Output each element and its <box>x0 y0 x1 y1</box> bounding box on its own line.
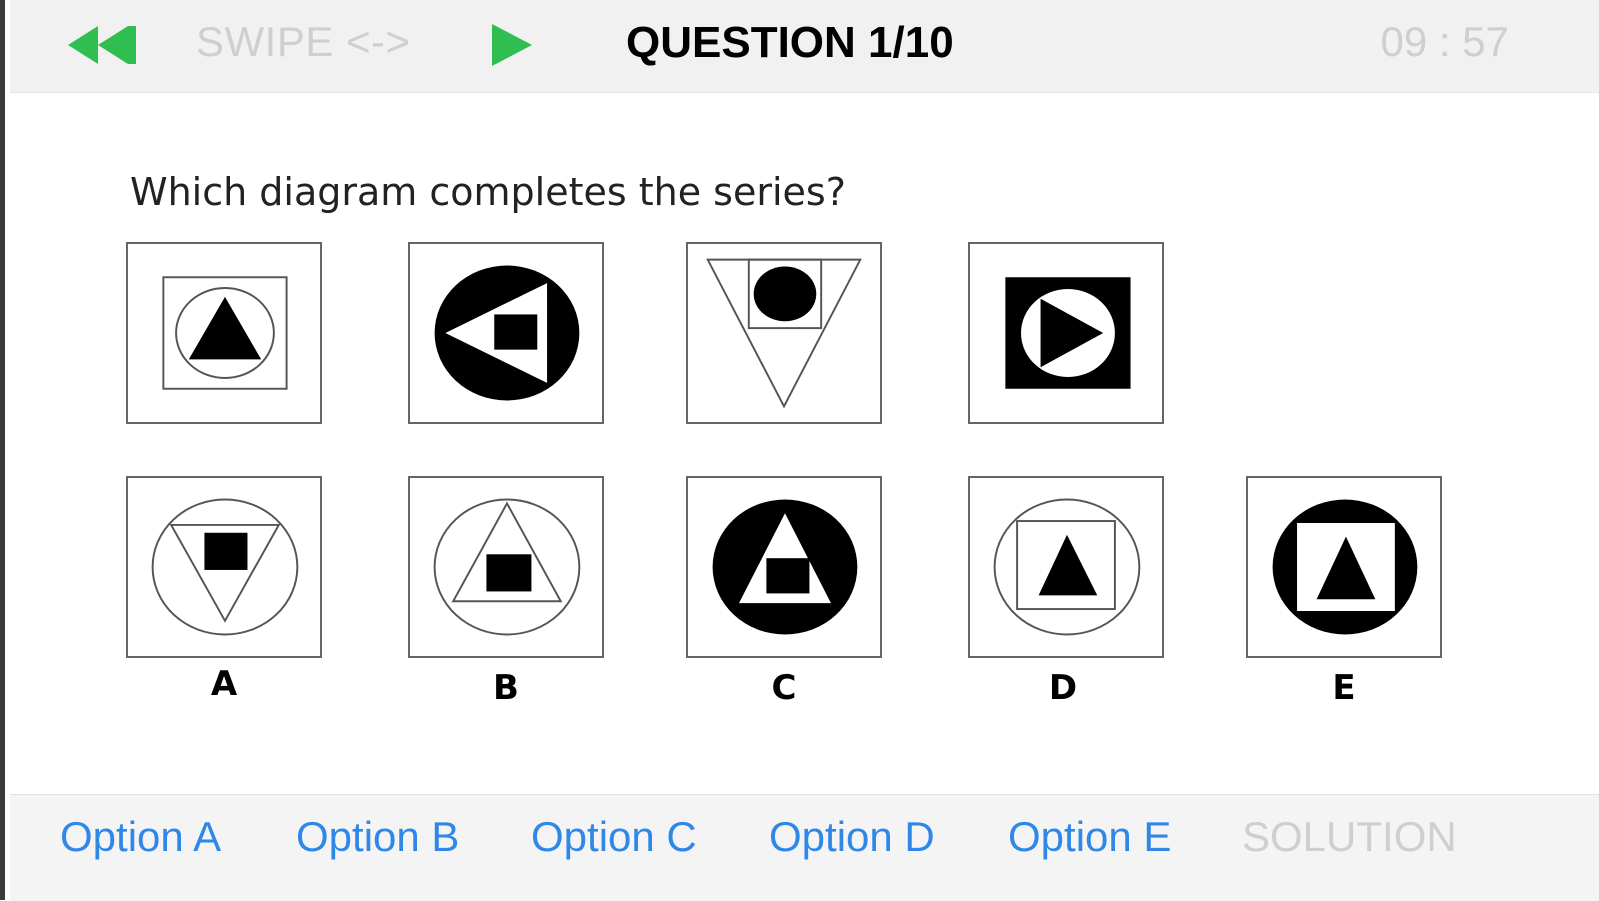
option-d-button[interactable]: Option D <box>769 813 935 861</box>
answer-figure-a[interactable] <box>126 476 322 658</box>
series-figure-1 <box>126 242 322 424</box>
answer-bar: Option A Option B Option C Option D Opti… <box>10 794 1599 901</box>
top-bar: SWIPE <-> QUESTION 1/10 09 : 57 <box>10 0 1599 93</box>
answer-figure-b[interactable] <box>408 476 604 658</box>
option-c-button[interactable]: Option C <box>531 813 697 861</box>
question-counter: QUESTION 1/10 <box>626 18 954 67</box>
series-figure-2 <box>408 242 604 424</box>
answer-figure-c[interactable] <box>686 476 882 658</box>
rewind-icon[interactable] <box>68 24 140 66</box>
series-figure-3 <box>686 242 882 424</box>
play-icon[interactable] <box>490 22 534 68</box>
option-a-button[interactable]: Option A <box>60 813 221 861</box>
answer-figure-e[interactable] <box>1246 476 1442 658</box>
answer-label-d: D <box>1048 668 1078 708</box>
answer-label-e: E <box>1332 668 1356 708</box>
answer-label-c: C <box>771 668 797 708</box>
option-b-button[interactable]: Option B <box>296 813 459 861</box>
countdown-timer: 09 : 57 <box>1380 18 1509 65</box>
question-prompt: Which diagram completes the series? <box>130 170 846 214</box>
answer-figure-d[interactable] <box>968 476 1164 658</box>
option-e-button[interactable]: Option E <box>1008 813 1171 861</box>
window-edge <box>0 0 5 900</box>
swipe-hint: SWIPE <-> <box>196 18 411 65</box>
answer-label-b: B <box>493 668 519 708</box>
solution-button[interactable]: SOLUTION <box>1242 813 1457 861</box>
answer-label-a: A <box>210 664 238 704</box>
series-figure-4 <box>968 242 1164 424</box>
